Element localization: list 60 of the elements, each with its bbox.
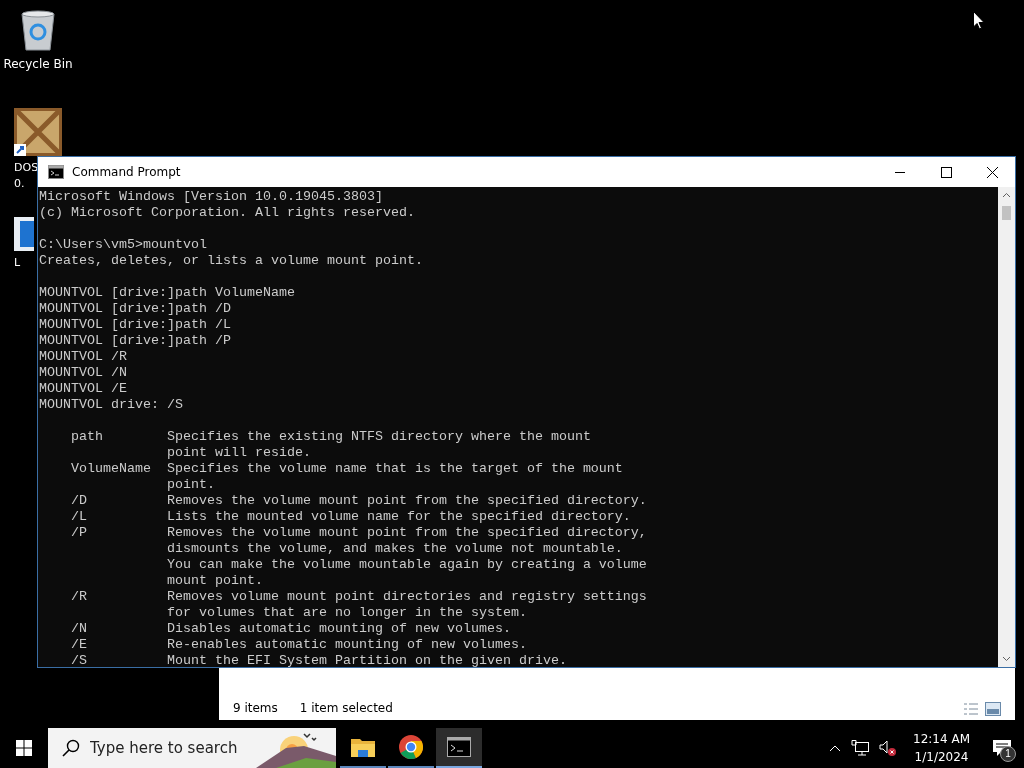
console-line: MOUNTVOL /N: [39, 365, 128, 381]
console-line: /S Mount the EFI System Partition on the given drive.: [70, 653, 568, 667]
console-line: point will reside.: [165, 445, 312, 461]
console-line: VolumeName Specifies the volume name that is the target of the mount: [70, 461, 624, 477]
icon-label: DOS: [14, 161, 39, 175]
recycle-bin-icon: [18, 8, 58, 52]
console-line: (c) Microsoft Corporation. All rights reserved.: [39, 205, 416, 221]
console-line: MOUNTVOL [drive:]path VolumeName: [39, 285, 296, 301]
console-line: C:\Users\vm5>mountvol: [39, 237, 208, 253]
folder-icon: [351, 737, 375, 757]
console-line: MOUNTVOL [drive:]path /L: [39, 317, 232, 333]
windows-logo-icon: [16, 740, 32, 756]
console-line: Creates, deletes, or lists a volume mount point.: [39, 253, 424, 269]
close-icon: [986, 166, 998, 178]
console-icon: [447, 737, 471, 757]
console-line: /N Disables automatic mounting of new volumes.: [70, 621, 512, 637]
maximize-icon: [940, 166, 952, 178]
console-line: /R Removes volume mount point directories and registry settings: [70, 589, 648, 605]
scroll-thumb[interactable]: [1002, 206, 1011, 220]
window-title: Command Prompt: [72, 165, 182, 179]
icon-label: Recycle Bin: [3, 57, 73, 71]
console-line: Microsoft Windows [Version 10.0.19045.3803]: [39, 189, 384, 205]
console-line: mount point.: [165, 573, 264, 589]
document-icon: [14, 217, 34, 251]
icon-label: L: [14, 256, 21, 270]
notification-badge: 1: [1000, 746, 1016, 762]
console-line: You can make the volume mountable again by creating a volume: [165, 557, 648, 573]
console-line: MOUNTVOL [drive:]path /P: [39, 333, 232, 349]
mouse-pointer-icon: [973, 11, 985, 30]
console-app-icon: [48, 165, 64, 179]
console-line: MOUNTVOL /R: [39, 349, 128, 365]
taskbar-app-button[interactable]: [436, 728, 482, 768]
chevron-up-icon[interactable]: [829, 744, 842, 752]
status-text: 1 item selected: [299, 700, 393, 716]
search-field[interactable]: Type here to search: [90, 739, 260, 757]
console-line: point.: [165, 477, 216, 493]
console-line: /E Re-enables automatic mounting of new volumes.: [70, 637, 528, 653]
console-line: /P Removes the volume mount point from the specified directory,: [70, 525, 648, 541]
console-line: MOUNTVOL drive: /S: [39, 397, 184, 413]
console-line: /D Removes the volume mount point from the specified directory.: [70, 493, 648, 509]
search-bar[interactable]: Type here to search: [48, 728, 336, 768]
muted-speaker-icon[interactable]: [879, 740, 898, 756]
notifications-button[interactable]: 1: [986, 728, 1018, 768]
clock-time: 12:14 AM: [913, 731, 970, 748]
network-icon[interactable]: [851, 740, 870, 756]
icon-label: 0.: [14, 177, 25, 191]
console-line: dismounts the volume, and makes the volume not mountable.: [165, 541, 624, 557]
scrollbar[interactable]: [998, 187, 1015, 667]
console-line: for volumes that are no longer in the system.: [165, 605, 528, 621]
chrome-icon: [399, 735, 423, 759]
clock[interactable]: 12:14 AM 1/1/2024: [913, 730, 970, 766]
minimize-icon: [895, 171, 905, 173]
search-icon: [62, 739, 80, 757]
status-text: 9 items: [233, 700, 278, 716]
clock-date: 1/1/2024: [914, 749, 969, 766]
console-line: path Specifies the existing NTFS directory where the mount: [70, 429, 592, 445]
console-line: MOUNTVOL [drive:]path /D: [39, 301, 232, 317]
thumbnail-view-icon[interactable]: [985, 702, 1001, 716]
console-line: /L Lists the mounted volume name for the specified directory.: [70, 509, 632, 525]
console-line: MOUNTVOL /E: [39, 381, 128, 397]
